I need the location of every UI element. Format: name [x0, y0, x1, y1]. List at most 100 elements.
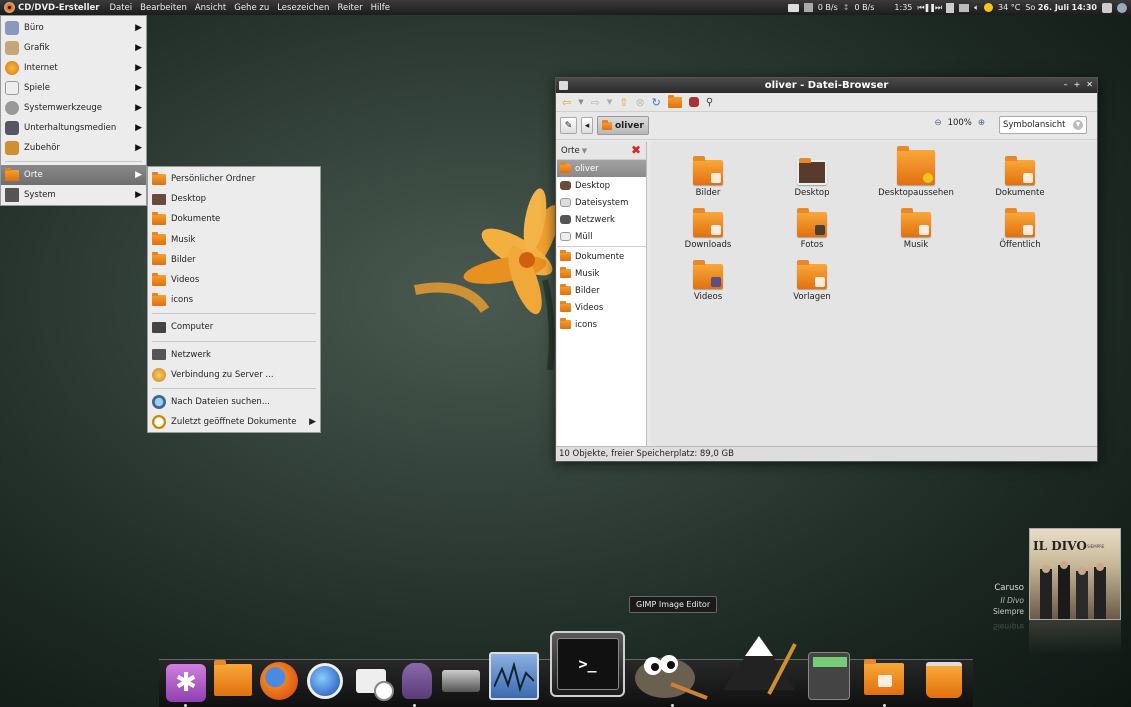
file-item-videos[interactable]: Videos [663, 260, 753, 302]
place-videos[interactable]: Videos [148, 270, 320, 290]
clipboard-icon[interactable] [946, 2, 955, 13]
reload-icon[interactable]: ↻ [652, 96, 661, 109]
menu-reiter[interactable]: Reiter [333, 3, 366, 13]
folder-icon [152, 252, 166, 266]
home-folder-icon[interactable] [860, 658, 908, 701]
trash-icon[interactable] [920, 659, 968, 701]
pidgin-icon[interactable] [396, 661, 438, 701]
place-icons[interactable]: icons [148, 290, 320, 310]
breadcrumb-oliver[interactable]: oliver [597, 116, 649, 135]
menu-hilfe[interactable]: Hilfe [367, 3, 394, 13]
display-icon[interactable] [959, 3, 970, 12]
file-item-musik[interactable]: Musik [871, 208, 961, 250]
sidebar-bookmark-bilder[interactable]: Bilder [557, 282, 646, 299]
album-subtitle: SIEMPRE [1087, 544, 1105, 549]
google-earth-icon[interactable] [304, 661, 346, 701]
network-icon[interactable] [803, 3, 813, 12]
file-item-bilder[interactable]: Bilder [663, 156, 753, 198]
recent-documents[interactable]: Zuletzt geöffnete Dokumente ▶ [148, 412, 320, 432]
sidebar-item-oliver[interactable]: oliver [557, 160, 646, 177]
menu-bearbeiten[interactable]: Bearbeiten [136, 3, 191, 13]
sidebar-bookmark-dokumente[interactable]: Dokumente [557, 248, 646, 265]
file-item-oeffentlich[interactable]: Öffentlich [975, 208, 1065, 250]
menu-item-orte[interactable]: Orte ▶ [1, 165, 146, 185]
album-cover[interactable]: IL DIVO SIEMPRE [1029, 528, 1121, 620]
sidebar-item-desktop[interactable]: Desktop [557, 177, 646, 194]
sidebar-bookmark-icons[interactable]: icons [557, 316, 646, 333]
menu-item-unterhaltungsmedien[interactable]: Unterhaltungsmedien ▶ [1, 118, 146, 138]
place-netzwerk[interactable]: Netzwerk [148, 345, 320, 365]
zoom-level[interactable]: 100% [948, 118, 972, 128]
calculator-icon[interactable] [806, 651, 852, 701]
window-menu-icon[interactable] [559, 81, 568, 90]
session-icon[interactable] [1117, 2, 1127, 13]
up-icon[interactable]: ⇧ [619, 96, 628, 109]
volume-icon[interactable]: 🔈︎ [974, 3, 979, 13]
minimize-button[interactable]: – [1064, 80, 1068, 89]
file-item-desktopaussehen[interactable]: Desktopaussehen [871, 146, 961, 198]
edit-location-button[interactable]: ✎ [560, 117, 577, 134]
forward-dropdown-icon[interactable]: ▼ [607, 98, 612, 106]
menu-item-systemwerkzeuge[interactable]: Systemwerkzeuge ▶ [1, 98, 146, 118]
sidebar-bookmark-videos[interactable]: Videos [557, 299, 646, 316]
place-desktop[interactable]: Desktop [148, 189, 320, 209]
mail-clock-icon[interactable] [350, 661, 394, 701]
stop-icon[interactable]: ⊗ [635, 96, 644, 109]
file-item-fotos[interactable]: Fotos [767, 208, 857, 250]
inkscape-icon[interactable] [718, 633, 798, 701]
terminal-icon[interactable]: >_ [550, 631, 625, 697]
folder-icon[interactable] [212, 659, 254, 701]
mail-icon[interactable] [787, 3, 799, 12]
back-icon[interactable]: ⇦ [562, 96, 571, 109]
sidebar-item-dateisystem[interactable]: Dateisystem [557, 194, 646, 211]
home-icon[interactable] [667, 94, 682, 108]
back-dropdown-icon[interactable]: ▼ [578, 98, 583, 106]
window-titlebar[interactable]: oliver - Datei-Browser – + ✕ [556, 78, 1097, 93]
menu-item-internet[interactable]: Internet ▶ [1, 58, 146, 78]
sidebar-item-netzwerk[interactable]: Netzwerk [557, 211, 646, 228]
close-button[interactable]: ✕ [1086, 80, 1093, 89]
menu-gehe-zu[interactable]: Gehe zu [230, 3, 273, 13]
menu-datei[interactable]: Datei [105, 3, 136, 13]
file-item-vorlagen[interactable]: Vorlagen [767, 260, 857, 302]
place-dokumente[interactable]: Dokumente [148, 209, 320, 229]
place-bilder[interactable]: Bilder [148, 250, 320, 270]
sidebar-dropdown-icon[interactable]: ▼ [582, 147, 587, 155]
close-sidebar-icon[interactable]: ✖ [631, 143, 641, 157]
sidebar-bookmark-musik[interactable]: Musik [557, 265, 646, 282]
place-musik[interactable]: Musik [148, 230, 320, 250]
computer-icon[interactable] [688, 97, 699, 107]
search-binoculars-icon[interactable]: ⚲ [706, 97, 713, 108]
search-files[interactable]: Nach Dateien suchen... [148, 392, 320, 412]
app-menu-button[interactable]: CD/DVD-Ersteller [0, 2, 105, 13]
menu-lesezeichen[interactable]: Lesezeichen [273, 3, 333, 13]
view-mode-select[interactable]: Symbolansicht ▼ [999, 116, 1087, 134]
file-item-desktop[interactable]: Desktop [767, 158, 857, 198]
path-left-button[interactable]: ◂ [581, 117, 593, 134]
menu-item-buero[interactable]: Büro ▶ [1, 18, 146, 38]
gimp-icon[interactable] [630, 643, 710, 701]
place-home[interactable]: Persönlicher Ordner [148, 169, 320, 189]
menu-item-system[interactable]: System ▶ [1, 185, 146, 205]
menu-ansicht[interactable]: Ansicht [191, 3, 230, 13]
menu-item-grafik[interactable]: Grafik ▶ [1, 38, 146, 58]
zoom-out-icon[interactable]: ⊖ [934, 118, 941, 128]
scanner-icon[interactable] [440, 661, 482, 701]
menu-item-zubehoer[interactable]: Zubehör ▶ [1, 138, 146, 158]
user-icon[interactable] [1102, 2, 1112, 13]
sidebar-item-muell[interactable]: Müll [557, 228, 646, 245]
media-controls[interactable]: ⏮❚❚⏭ [917, 3, 942, 13]
forward-icon[interactable]: ⇨ [591, 96, 600, 109]
menu-item-spiele[interactable]: Spiele ▶ [1, 78, 146, 98]
maximize-button[interactable]: + [1074, 80, 1081, 89]
settings-icon[interactable]: ✱ [165, 663, 207, 703]
file-item-dokumente[interactable]: Dokumente [975, 156, 1065, 198]
zoom-in-icon[interactable]: ⊕ [978, 118, 985, 128]
clock[interactable]: So 26. Juli 14:30 [1025, 3, 1097, 12]
system-monitor-icon[interactable] [488, 651, 540, 701]
place-computer[interactable]: Computer [148, 317, 320, 337]
sidebar-header[interactable]: Orte ▼ ✖ [557, 142, 646, 160]
file-item-downloads[interactable]: Downloads [663, 208, 753, 250]
connect-to-server[interactable]: Verbindung zu Server ... [148, 365, 320, 385]
firefox-icon[interactable] [258, 661, 300, 701]
